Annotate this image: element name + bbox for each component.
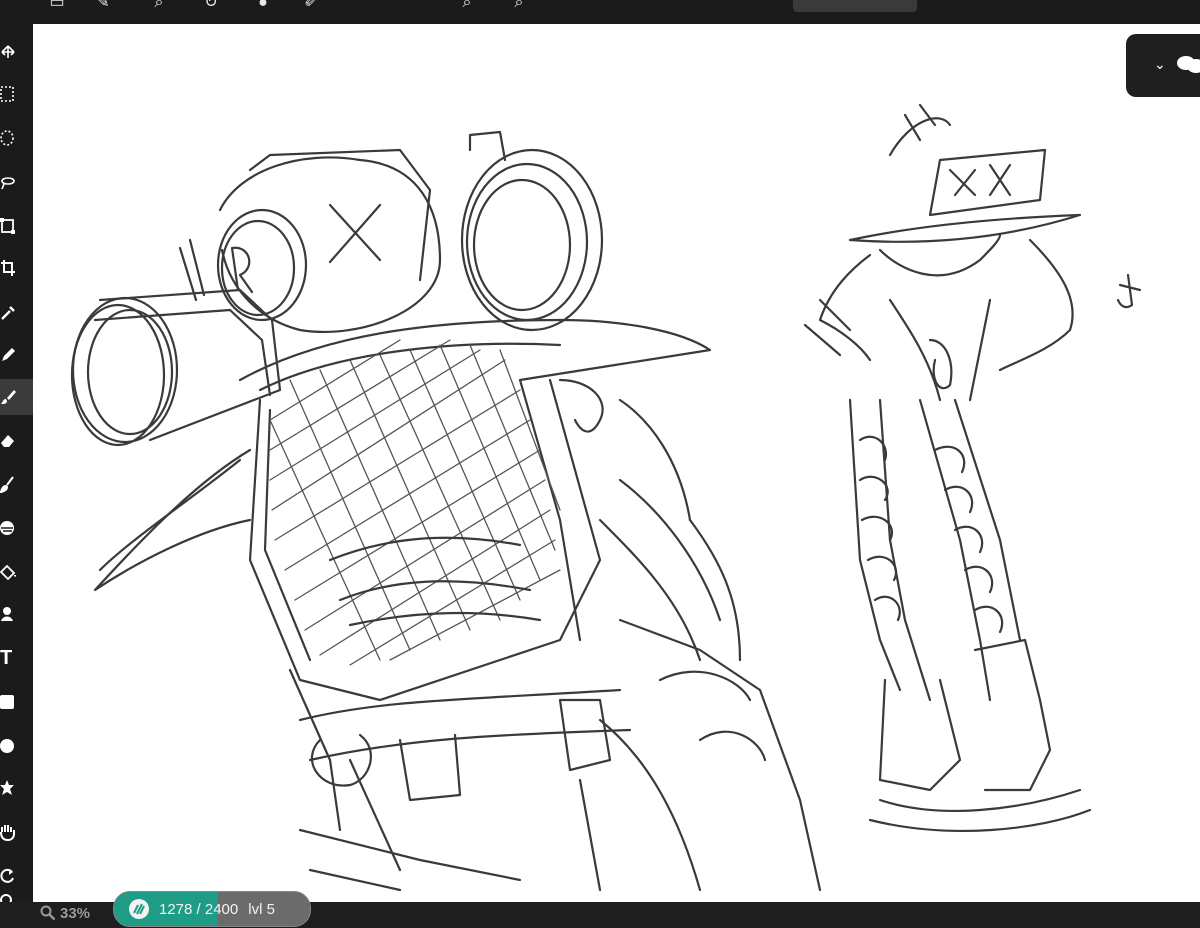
sketch-artwork	[70, 103, 1142, 892]
toolbar-pill[interactable]	[793, 0, 917, 12]
crop-icon	[1, 260, 15, 276]
star-icon	[0, 780, 14, 795]
rotate-view-tool[interactable]	[0, 858, 33, 894]
ellipse-tool[interactable]	[0, 728, 33, 764]
zoom-icon	[40, 905, 56, 921]
star-tool[interactable]	[0, 770, 33, 806]
ellipse-select-tool[interactable]	[0, 120, 33, 156]
hand-icon	[0, 825, 15, 841]
ellipse-icon	[0, 739, 14, 753]
text-tool[interactable]: T	[0, 640, 33, 676]
move-icon	[1, 45, 15, 58]
zoom-indicator[interactable]: 33%	[40, 904, 90, 922]
brush-icon[interactable]: ✐	[300, 0, 322, 12]
transform-tool[interactable]	[0, 208, 33, 244]
zoom-level: 33%	[60, 904, 91, 922]
drawing-canvas[interactable]	[33, 24, 1200, 902]
clone-tool[interactable]	[0, 596, 33, 632]
stroke-count: 1278 / 2400	[159, 900, 239, 918]
rect-select-icon	[0, 86, 14, 102]
blur-tool[interactable]	[0, 510, 33, 546]
text-icon: T	[0, 647, 13, 669]
rectangle-icon	[0, 695, 14, 709]
status-bar: 33% 1278 / 2400 lvl 5	[0, 891, 1200, 928]
rect-select-tool[interactable]	[0, 76, 33, 112]
clone-icon	[1, 607, 13, 621]
brush-tool[interactable]	[0, 379, 33, 415]
smudge-icon	[0, 476, 14, 493]
search-icon[interactable]: ⌕	[148, 0, 170, 12]
brush-icon	[1, 390, 16, 404]
eraser-icon	[1, 435, 14, 447]
rectangle-tool[interactable]	[0, 684, 33, 720]
lasso-icon	[1, 177, 15, 190]
transform-icon	[0, 218, 15, 234]
tool-sidebar: T	[0, 24, 33, 910]
ellipse-select-icon	[0, 130, 14, 146]
floating-panel[interactable]: ⌄	[1126, 34, 1200, 97]
rotate-icon[interactable]: ↻	[200, 0, 222, 12]
hand-tool[interactable]	[0, 814, 33, 850]
chat-icon[interactable]	[1176, 53, 1200, 77]
chevron-down-icon[interactable]: ⌄	[1154, 56, 1166, 73]
bucket-icon	[0, 564, 16, 581]
rotate-icon	[0, 868, 14, 883]
pencil-icon	[2, 348, 15, 361]
file-icon[interactable]: ▭	[46, 0, 68, 12]
crop-tool[interactable]	[0, 250, 33, 286]
lasso-tool[interactable]	[0, 164, 33, 200]
blur-icon	[0, 521, 14, 535]
level-label: lvl 5	[248, 900, 275, 918]
pen-icon[interactable]: ✎	[92, 0, 114, 12]
eraser-tool[interactable]	[0, 422, 33, 458]
eyedropper-icon	[1, 306, 15, 320]
stroke-progress[interactable]: 1278 / 2400 lvl 5	[113, 891, 311, 927]
pencil-tool[interactable]	[0, 336, 33, 372]
zoom-in-icon[interactable]: ⌕	[508, 0, 530, 12]
zoom-out-icon[interactable]: ⌕	[456, 0, 478, 12]
top-toolbar: ▭ ✎ ⌕ ↻ ● ✐ ⌕ ⌕	[0, 0, 1200, 24]
help-icon[interactable]: ●	[252, 0, 274, 12]
eyedropper-tool[interactable]	[0, 294, 33, 330]
fill-tool[interactable]	[0, 554, 33, 590]
brush-strokes-icon	[129, 899, 149, 919]
smudge-tool[interactable]	[0, 466, 33, 502]
move-tool[interactable]	[0, 34, 33, 70]
